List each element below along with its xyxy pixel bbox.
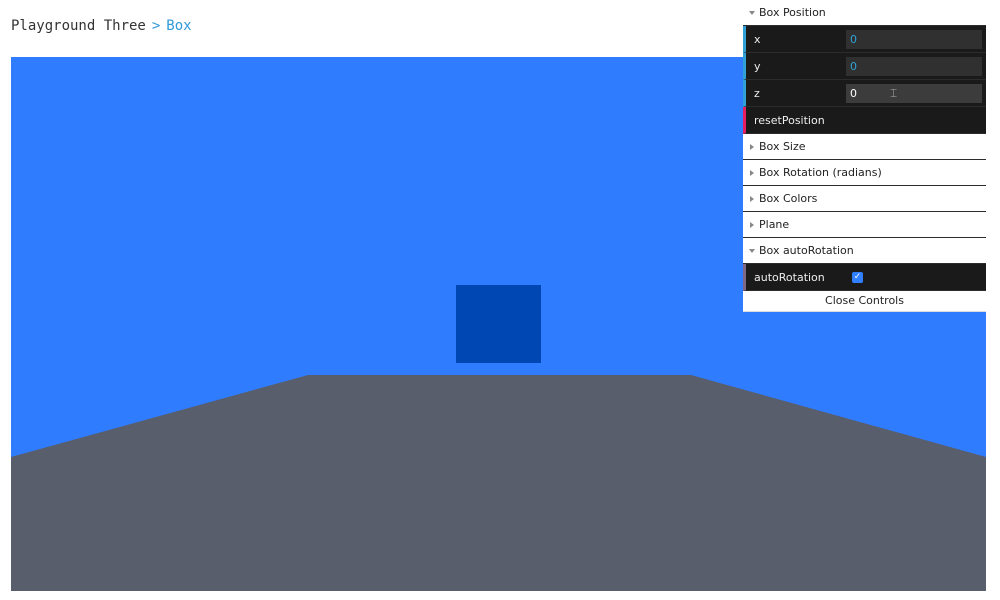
position-y-input[interactable]	[846, 56, 982, 76]
breadcrumb: Playground Three > Box	[11, 18, 192, 34]
folder-box-colors[interactable]: Box Colors	[743, 186, 986, 212]
page: Playground Three > Box Box Position x y z …	[0, 0, 1000, 600]
reset-position-button[interactable]: resetPosition	[746, 114, 846, 127]
folder-box-position[interactable]: Box Position	[743, 0, 986, 26]
box-mesh	[456, 285, 541, 363]
position-z-input[interactable]	[846, 83, 982, 103]
autorotation-row: autoRotation ✓	[743, 264, 986, 291]
breadcrumb-separator: >	[151, 18, 161, 34]
autorotation-label: autoRotation	[754, 270, 825, 284]
controls-panel: Box Position x y z ⌶ resetPosition Box S…	[743, 0, 986, 312]
folder-box-autorotation[interactable]: Box autoRotation	[743, 238, 986, 264]
folder-box-rotation[interactable]: Box Rotation (radians)	[743, 160, 986, 186]
close-controls-button[interactable]: Close Controls	[743, 291, 986, 312]
breadcrumb-root[interactable]: Playground Three	[11, 18, 146, 34]
reset-position-row[interactable]: resetPosition	[743, 107, 986, 134]
position-x-label: x	[754, 32, 761, 46]
breadcrumb-current: Box	[166, 18, 192, 34]
position-y-label: y	[754, 59, 761, 73]
text-cursor-icon: ⌶	[890, 86, 898, 100]
position-z-row: z ⌶	[743, 80, 986, 107]
autorotation-checkbox[interactable]: ✓	[852, 271, 863, 283]
position-z-label: z	[754, 86, 760, 100]
position-x-input[interactable]	[846, 29, 982, 49]
position-x-row: x	[743, 26, 986, 53]
folder-plane[interactable]: Plane	[743, 212, 986, 238]
position-y-row: y	[743, 53, 986, 80]
folder-box-size[interactable]: Box Size	[743, 134, 986, 160]
